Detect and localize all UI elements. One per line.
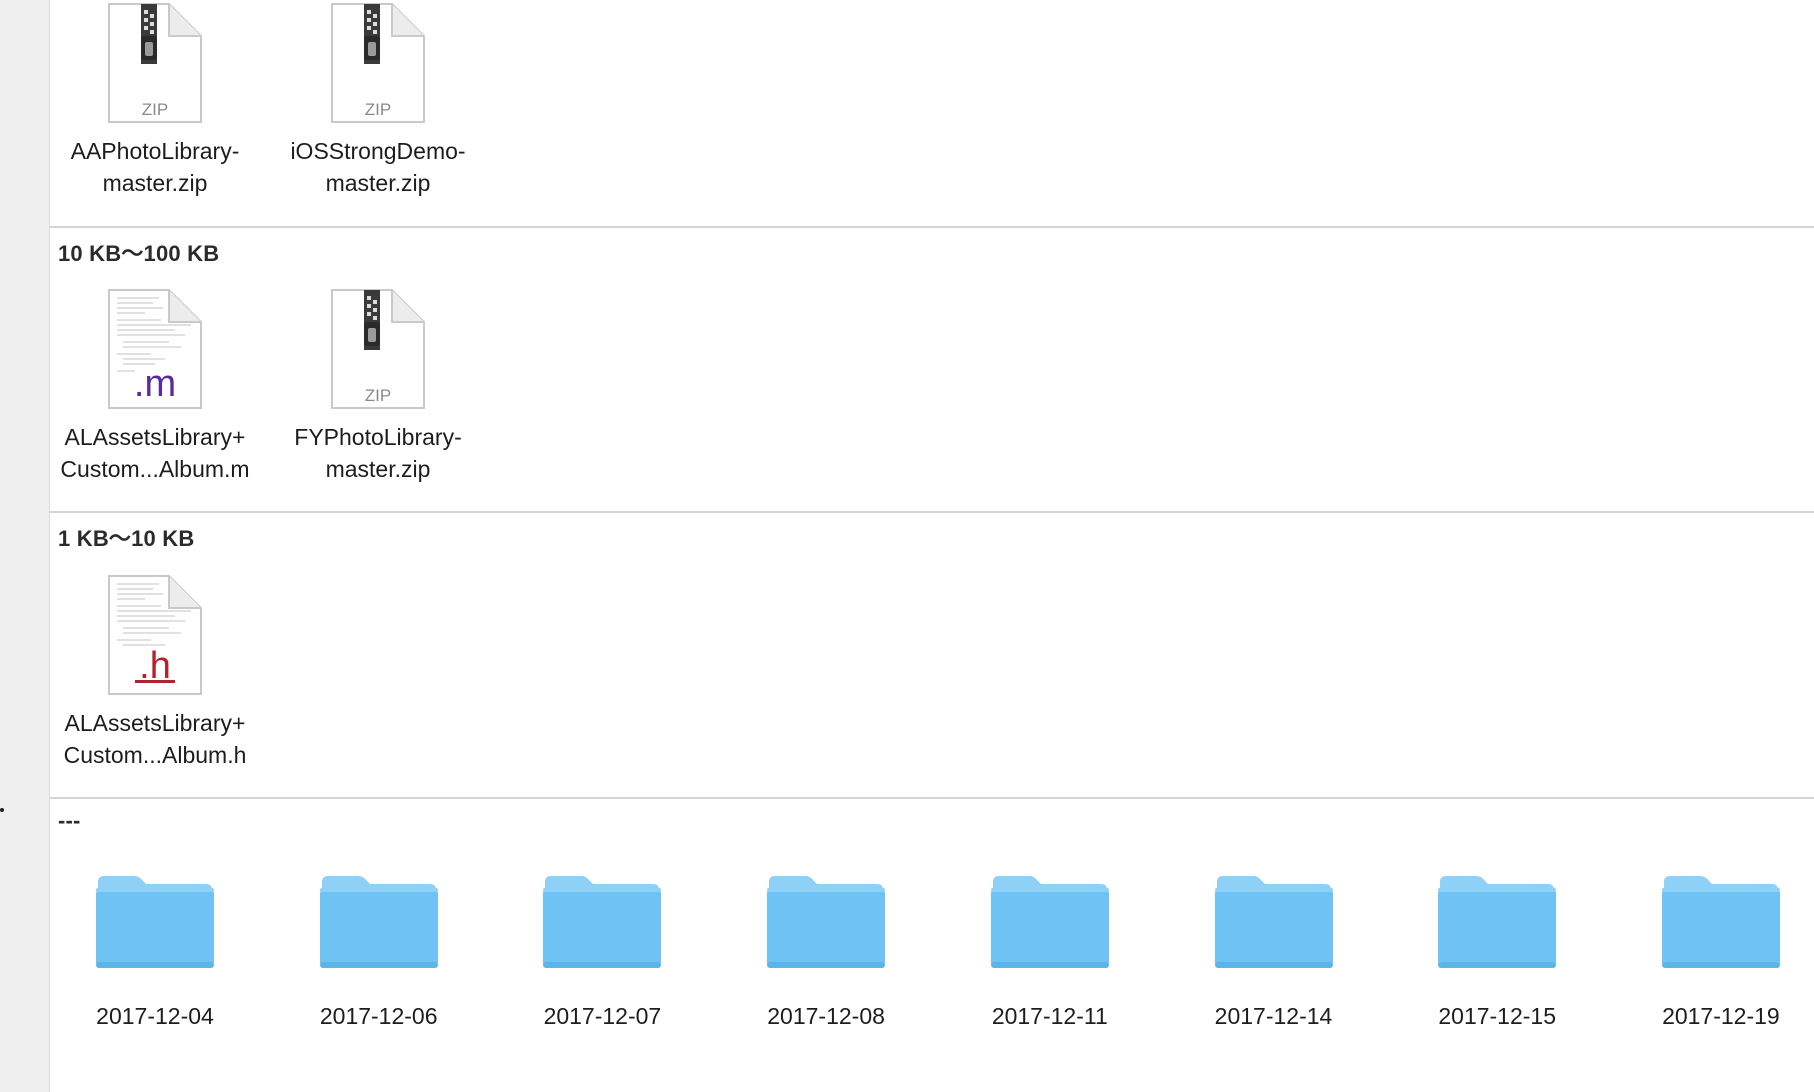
folder-icon [318,872,440,972]
folder-name: 2017-12-14 [1214,1003,1333,1029]
folder-item[interactable]: 2017-12-19 [1616,872,1814,1032]
folder-icon [989,872,1111,972]
file-extension-badge: .h [139,645,171,687]
folder-item[interactable]: 2017-12-08 [721,872,931,1032]
file-icon-view[interactable]: ZIP AAPhotoLibrary- master.zip ZIP iOSSt… [50,0,1814,1092]
zip-badge: ZIP [364,100,392,119]
folder-item[interactable]: 2017-12-15 [1392,872,1602,1032]
folder-name: 2017-12-04 [96,1003,214,1029]
folder-item[interactable]: 2017-12-14 [1169,872,1379,1032]
group-header: 10 KB～100 KB [58,241,220,266]
folder-icon [541,872,663,972]
group-header: 1 KB～10 KB [58,526,195,551]
zip-badge: ZIP [141,100,169,119]
zip-badge: ZIP [364,386,392,405]
folder-name: 2017-12-07 [543,1003,662,1029]
folder-name: 2017-12-11 [991,1003,1108,1029]
objc-source-file-icon: .m [105,286,205,409]
header-file-icon: .h [105,572,205,695]
file-item[interactable]: ZIP iOSStrongDemo- master.zip [273,0,483,199]
group-header: --- [58,808,81,833]
sidebar-edge [0,0,50,1092]
group-divider [50,797,1814,799]
folder-name: 2017-12-19 [1662,1003,1780,1029]
finder-window: ZIP AAPhotoLibrary- master.zip ZIP iOSSt… [0,0,1814,1092]
folder-item[interactable]: 2017-12-07 [497,872,707,1032]
file-name: ALAssetsLibrary+ Custom...Album.h [63,710,247,768]
folder-name: 2017-12-08 [767,1003,885,1029]
folder-icon [94,872,216,972]
folder-name: 2017-12-06 [319,1003,438,1029]
folder-name: 2017-12-15 [1438,1003,1557,1029]
folder-icon [1660,872,1782,972]
group-divider [50,511,1814,513]
file-item[interactable]: ZIP FYPhotoLibrary- master.zip [273,286,483,485]
sidebar-marker [0,808,4,812]
folder-icon [1436,872,1558,972]
file-name: iOSStrongDemo- master.zip [290,138,466,196]
file-extension-badge: .m [133,363,177,405]
file-name: ALAssetsLibrary+ Custom...Album.m [60,424,250,482]
zip-file-icon: ZIP [328,0,428,123]
file-item[interactable]: .m ALAssetsLibrary+ Custom...Album.m [50,286,260,485]
file-name: AAPhotoLibrary- master.zip [70,138,240,196]
zip-file-icon: ZIP [328,286,428,409]
folder-item[interactable]: 2017-12-04 [50,872,260,1032]
file-item[interactable]: ZIP AAPhotoLibrary- master.zip [50,0,260,199]
group-divider [50,226,1814,228]
file-item[interactable]: .h ALAssetsLibrary+ Custom...Album.h [50,572,260,771]
folder-item[interactable]: 2017-12-06 [274,872,484,1032]
folder-icon [765,872,887,972]
folder-icon [1213,872,1335,972]
zip-file-icon: ZIP [105,0,205,123]
file-name: FYPhotoLibrary- master.zip [294,424,462,482]
folder-item[interactable]: 2017-12-11 [945,872,1155,1032]
